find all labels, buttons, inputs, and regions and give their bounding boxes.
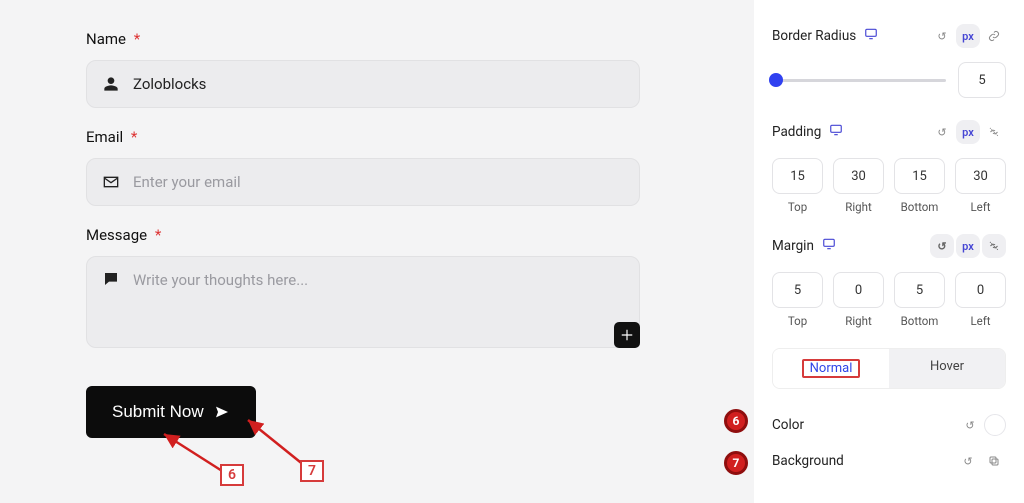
tab-hover-label: Hover [924,359,970,374]
reset-icon[interactable]: ↺ [958,413,982,437]
message-group: Message * Write your thoughts here... [86,226,738,348]
tab-normal-label: Normal [802,359,861,378]
required-mark: * [134,30,140,48]
reset-icon[interactable]: ↺ [930,24,954,48]
reset-icon[interactable]: ↺ [930,120,954,144]
side-bottom: Bottom [894,200,945,214]
name-group: Name * Zoloblocks [86,30,738,108]
desktop-icon[interactable] [864,27,878,45]
desktop-icon[interactable] [822,237,836,255]
tab-hover[interactable]: Hover [889,349,1005,388]
padding-top-input[interactable]: 15 [772,158,823,194]
padding-left-input[interactable]: 30 [955,158,1006,194]
side-left: Left [955,200,1006,214]
desktop-icon[interactable] [829,123,843,141]
padding-grid: 15 30 15 30 [772,158,1006,194]
message-label: Message * [86,226,738,244]
required-mark: * [155,226,161,244]
border-radius-label: Border Radius [772,28,856,44]
reset-icon[interactable]: ↺ [956,449,980,473]
link-icon[interactable] [982,24,1006,48]
padding-right-input[interactable]: 30 [833,158,884,194]
side-bottom: Bottom [894,314,945,328]
chat-icon [103,271,119,287]
color-label: Color [772,417,804,433]
padding-side-labels: Top Right Bottom Left [772,200,1006,214]
state-tabs: Normal Hover [772,348,1006,389]
margin-top-input[interactable]: 5 [772,272,823,308]
side-right: Right [833,200,884,214]
side-top: Top [772,200,823,214]
add-block-button[interactable] [614,322,640,348]
email-label: Email * [86,128,738,146]
margin-grid: 5 0 5 0 [772,272,1006,308]
unit-toggle[interactable]: px [956,24,980,48]
email-group: Email * Enter your email [86,128,738,206]
margin-bottom-input[interactable]: 5 [894,272,945,308]
tab-normal[interactable]: Normal [773,349,889,388]
margin-right-input[interactable]: 0 [833,272,884,308]
name-label: Name * [86,30,738,48]
padding-bottom-input[interactable]: 15 [894,158,945,194]
side-right: Right [833,314,884,328]
annotation-box-6: 6 [220,464,244,486]
unlink-icon[interactable] [982,120,1006,144]
border-radius-slider-row: 5 [772,62,1006,98]
reset-icon[interactable]: ↺ [930,234,954,258]
color-swatch[interactable] [984,414,1006,436]
annotation-badge-6: 6 [724,409,748,433]
required-mark: * [131,128,137,146]
border-radius-value[interactable]: 5 [958,62,1006,98]
margin-side-labels: Top Right Bottom Left [772,314,1006,328]
slider-thumb[interactable] [769,73,783,87]
email-input[interactable]: Enter your email [86,158,640,206]
annotation-badge-7: 7 [724,451,748,475]
plus-icon [620,328,634,342]
message-placeholder: Write your thoughts here... [133,271,308,289]
margin-row: Margin ↺ px [772,234,1006,258]
border-radius-row: Border Radius ↺ px [772,24,1006,48]
border-radius-slider[interactable] [772,79,946,82]
background-row: Background ↺ [772,443,1006,479]
padding-label: Padding [772,124,821,140]
unit-toggle[interactable]: px [956,120,980,144]
email-placeholder: Enter your email [133,173,241,191]
margin-left-input[interactable]: 0 [955,272,1006,308]
send-icon [214,404,230,420]
background-label: Background [772,453,844,469]
email-label-text: Email [86,128,123,146]
unlink-icon[interactable] [982,234,1006,258]
name-value: Zoloblocks [133,75,206,93]
unit-toggle[interactable]: px [956,234,980,258]
name-input[interactable]: Zoloblocks [86,60,640,108]
submit-button[interactable]: Submit Now [86,386,256,438]
side-left: Left [955,314,1006,328]
user-icon [103,76,119,92]
padding-row: Padding ↺ px [772,120,1006,144]
form-canvas: Name * Zoloblocks Email * Enter your ema… [0,0,738,503]
name-label-text: Name [86,30,126,48]
copy-icon[interactable] [982,449,1006,473]
color-row: Color ↺ [772,407,1006,443]
side-top: Top [772,314,823,328]
margin-label: Margin [772,238,814,254]
style-sidebar: Border Radius ↺ px 5 Padding ↺ px [754,0,1024,503]
message-input[interactable]: Write your thoughts here... [86,256,640,348]
message-label-text: Message [86,226,147,244]
submit-label: Submit Now [112,402,204,422]
annotation-box-7: 7 [300,460,324,482]
envelope-icon [103,174,119,190]
